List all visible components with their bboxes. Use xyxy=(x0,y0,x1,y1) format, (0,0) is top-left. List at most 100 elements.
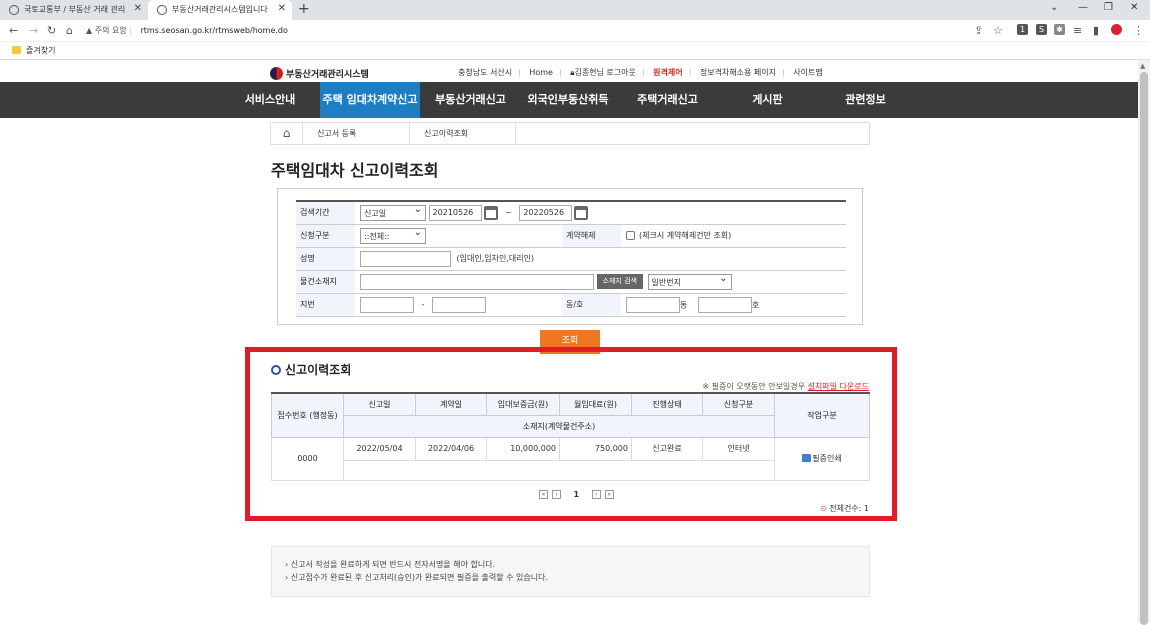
install-note: ※ 필증이 오랫동안 안보일경우 설치파일 다운로드 xyxy=(702,381,869,392)
logout-link[interactable]: 김종현님 로그아웃 xyxy=(574,68,635,77)
calendar-icon[interactable] xyxy=(483,205,498,220)
logo-text: 부동산거래관리시스템 xyxy=(286,70,369,80)
bullet-icon: ⊙ xyxy=(819,504,827,513)
site-logo[interactable]: 부동산거래관리시스템 xyxy=(270,67,369,80)
new-tab-icon[interactable]: + xyxy=(298,1,310,17)
next-page-icon[interactable]: › xyxy=(591,490,601,499)
reload-icon[interactable]: ↻ xyxy=(47,24,56,37)
browser-tab-active[interactable]: 부동산거래관리시스템입니다 ✕ xyxy=(148,0,292,20)
last-page-icon[interactable]: » xyxy=(604,490,614,499)
reading-list-icon[interactable]: ≡ xyxy=(1073,24,1082,37)
col-receipt-no: 접수번호 (행정동) xyxy=(271,392,344,438)
nav-realestate-report[interactable]: 부동산거래신고 xyxy=(428,82,513,118)
logo-mark xyxy=(270,67,283,80)
web-page: 부동산거래관리시스템 충청남도 서산시 | Home | 🔒︎김종현님 로그아웃 | … xyxy=(0,60,1138,623)
nav-foreigner-acquisition[interactable]: 외국인부동산취득 xyxy=(522,82,614,118)
date-from-input[interactable]: 20210526 xyxy=(428,204,482,221)
home-icon[interactable]: ⌂ xyxy=(271,123,303,144)
scroll-up-icon[interactable]: ▲ xyxy=(1140,62,1145,70)
calendar-icon[interactable] xyxy=(574,205,589,220)
dongho-label: 동/호 xyxy=(562,293,621,317)
nav-housing-report[interactable]: 주택거래신고 xyxy=(630,82,705,118)
date-to-input[interactable]: 20220526 xyxy=(519,204,573,221)
back-icon[interactable]: ← xyxy=(9,24,18,37)
extension-icon[interactable]: S xyxy=(1036,24,1047,35)
period-type-value: 신고일 xyxy=(364,208,387,218)
bookmark-star-icon[interactable]: ☆ xyxy=(993,24,1003,37)
url-field[interactable]: ▲ 주의 요함 | rtms.seosan.go.kr/rtmsweb/home… xyxy=(86,22,936,40)
breadcrumb-item[interactable]: 신고이력조회 xyxy=(410,123,516,144)
col-deposit: 임대보증금(원) xyxy=(486,392,560,416)
minimize-icon[interactable]: — xyxy=(1078,2,1088,13)
ho-input[interactable] xyxy=(697,296,752,313)
globe-icon xyxy=(9,5,19,15)
nav-service-info[interactable]: 서비스안내 xyxy=(235,82,305,118)
dong-unit: 동 xyxy=(680,300,688,309)
accessibility-link[interactable]: 정보격차해소용 페이지 xyxy=(700,68,776,77)
col-monthly-rent: 월임대료(원) xyxy=(559,392,632,416)
address-type-select[interactable]: 일반번지 xyxy=(647,273,732,290)
extension-icon[interactable]: 1 xyxy=(1017,24,1028,35)
results-table: 접수번호 (행정동) 신고일 계약일 임대보증금(원) 월임대료(원) 진행상태… xyxy=(271,392,870,481)
bookmark-label: 즐겨찾기 xyxy=(26,46,56,55)
col-apply-type: 신청구분 xyxy=(702,392,775,416)
first-page-icon[interactable]: « xyxy=(539,490,548,499)
scrollbar[interactable]: ▲ xyxy=(1138,60,1150,625)
sitemap-link[interactable]: 사이트맵 xyxy=(793,68,822,77)
globe-icon xyxy=(157,5,167,15)
address-input[interactable] xyxy=(360,273,594,290)
page-title: 주택임대차 신고이력조회 xyxy=(271,161,439,180)
date-separator: ~ xyxy=(505,208,512,218)
col-contract-date: 계약일 xyxy=(415,392,487,416)
warning-icon: ▲ xyxy=(86,26,93,35)
search-form: 검색기간 신고일 20210526 ~ 20220526 신청구분 ::전체::… xyxy=(277,188,863,325)
puzzle-icon[interactable]: ✱ xyxy=(1054,24,1065,35)
forward-icon[interactable]: → xyxy=(29,24,38,37)
dong-input[interactable] xyxy=(626,296,680,313)
lot-separator: - xyxy=(421,300,425,309)
address-search-button[interactable]: 소재지 검색 xyxy=(596,274,643,289)
period-type-select[interactable]: 신고일 xyxy=(360,204,426,221)
browser-tab[interactable]: 국토교통부 / 부동산 거래 관리 ✕ xyxy=(0,0,148,20)
apply-type-select[interactable]: ::전체:: xyxy=(360,227,426,244)
util-home-link[interactable]: Home xyxy=(529,68,553,77)
close-icon[interactable]: ✕ xyxy=(134,3,142,14)
nav-related-info[interactable]: 관련정보 xyxy=(833,82,898,118)
close-window-icon[interactable]: ✕ xyxy=(1130,2,1138,13)
url-text: rtms.seosan.go.kr/rtmsweb/home.do xyxy=(140,26,288,35)
lot-sub-input[interactable] xyxy=(431,296,486,313)
col-status: 진행상태 xyxy=(631,392,703,416)
menu-icon[interactable]: ⋮ xyxy=(1133,24,1144,37)
share-icon[interactable]: ⇪ xyxy=(974,24,983,37)
bookmark-folder[interactable]: 즐겨찾기 xyxy=(12,45,55,56)
install-download-link[interactable]: 설치파일 다운로드 xyxy=(808,382,869,391)
name-input[interactable] xyxy=(360,250,451,267)
print-certificate-link[interactable]: 필증인쇄 xyxy=(812,454,841,463)
pagination: « ‹ 1 ›» xyxy=(537,490,616,499)
close-icon[interactable]: ✕ xyxy=(278,3,286,14)
notice-item: › 신고서 작성을 완료하게 되면 반드시 전자서명을 해야 합니다. xyxy=(285,560,496,569)
security-label: 주의 요함 xyxy=(94,26,127,35)
notice-box: › 신고서 작성을 완료하게 되면 반드시 전자서명을 해야 합니다. › 신고… xyxy=(271,546,870,597)
prev-page-icon[interactable]: ‹ xyxy=(552,490,561,499)
scrollbar-thumb[interactable] xyxy=(1140,72,1148,625)
cancel-checkbox[interactable] xyxy=(626,231,635,240)
sidebar-icon[interactable]: ▮ xyxy=(1093,24,1099,37)
nav-board[interactable]: 게시판 xyxy=(740,82,795,118)
print-icon xyxy=(802,454,812,462)
notice-item: › 신고접수가 완료된 후 신고처리(승인)가 완료되면 필증을 출력할 수 있… xyxy=(285,573,549,582)
lot-main-input[interactable] xyxy=(360,296,414,313)
name-hint: (임대인,임차인,대리인) xyxy=(456,254,535,263)
remote-control-link[interactable]: 원격제어 xyxy=(653,68,682,77)
nav-lease-report[interactable]: 주택 임대차계약신고 xyxy=(320,82,420,118)
breadcrumb-item[interactable]: 신고서 등록 xyxy=(303,123,410,144)
restore-icon[interactable]: ❐ xyxy=(1104,2,1113,13)
cell-monthly-rent: 750,000 xyxy=(559,436,632,461)
current-page[interactable]: 1 xyxy=(574,490,580,499)
profile-avatar[interactable] xyxy=(1111,24,1122,35)
circle-bullet-icon xyxy=(271,365,281,375)
cancel-checkbox-text: (체크시 계약해제건만 조회) xyxy=(639,231,732,240)
chevron-down-icon[interactable]: ⌄ xyxy=(1050,2,1058,13)
home-icon[interactable]: ⌂ xyxy=(66,24,73,37)
folder-icon xyxy=(12,46,21,54)
